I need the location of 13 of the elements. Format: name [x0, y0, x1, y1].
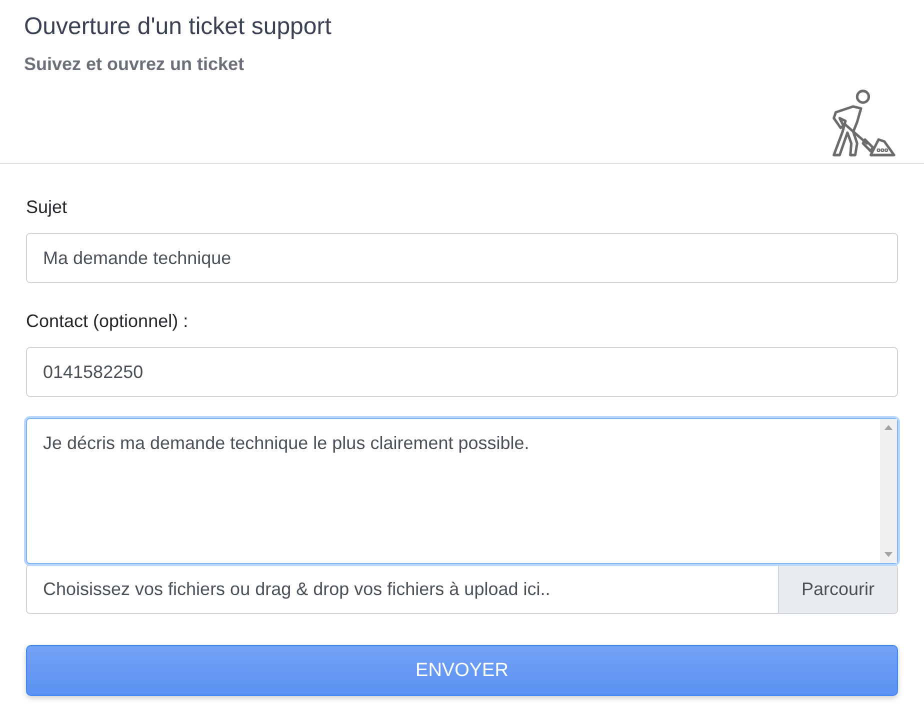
text-input-field[interactable]: Ma demande technique — [26, 233, 898, 283]
message-textarea[interactable]: Je décris ma demande technique le plus clairement possible. — [26, 418, 898, 564]
browse-button[interactable]: Parcourir — [778, 565, 897, 613]
text-input-field[interactable]: 0141582250 — [26, 347, 898, 397]
textarea-scrollbar[interactable] — [880, 419, 897, 563]
field-label: Sujet — [26, 196, 68, 219]
field-label: Contact (optionnel) : — [26, 310, 188, 333]
caret-up-icon[interactable] — [884, 425, 893, 430]
page-subtitle: Suivez et ouvrez un ticket — [24, 53, 244, 76]
file-prompt-text: Choisissez vos fichiers ou drag & drop vos fichiers à upload ici.. — [42, 578, 552, 601]
page-title: Ouverture d'un ticket support — [24, 12, 332, 42]
caret-down-icon[interactable] — [884, 552, 893, 557]
file-input-field[interactable]: Choisissez vos fichiers ou drag & drop vos fichiers à upload ici.. Parcourir — [26, 564, 898, 614]
